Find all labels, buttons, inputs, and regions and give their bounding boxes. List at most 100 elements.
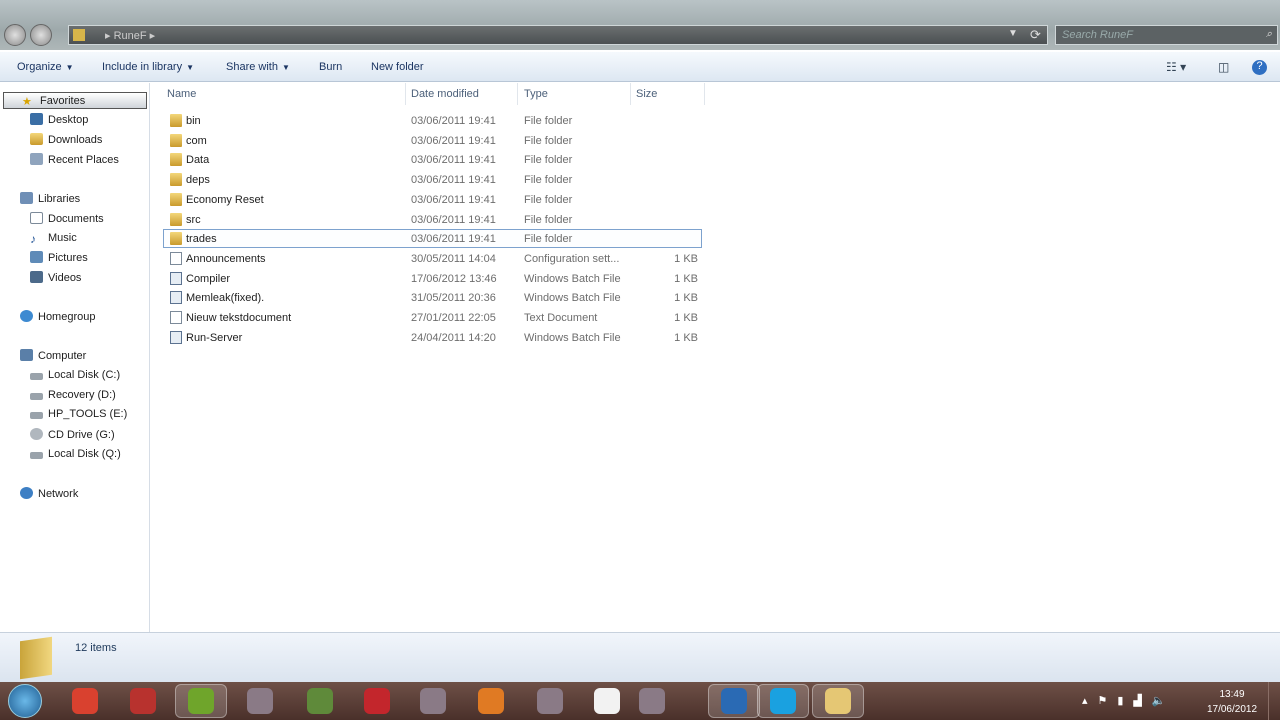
chrome-icon: [72, 688, 98, 714]
taskbar-winrar-icon[interactable]: [128, 686, 158, 716]
folder-icon: [170, 212, 182, 226]
homegroup-icon: [20, 310, 33, 322]
breadcrumb[interactable]: RuneF: [114, 30, 147, 42]
file-row[interactable]: trades 03/06/2011 19:41 File folder: [163, 229, 702, 249]
nav-drive-q[interactable]: Local Disk (Q:): [30, 448, 121, 464]
taskbar-chrome-icon[interactable]: [70, 686, 100, 716]
nav-downloads[interactable]: Downloads: [30, 133, 102, 149]
system-tray[interactable]: ▴⚑▮▟🔈: [1082, 694, 1176, 707]
nav-homegroup[interactable]: Homegroup: [20, 310, 95, 326]
file-row[interactable]: src 03/06/2011 19:41 File folder: [163, 210, 702, 229]
include-library-button[interactable]: Include in library ▼: [102, 61, 194, 73]
taskbar-skype-icon[interactable]: [757, 684, 809, 718]
chevron-down-icon[interactable]: ▼: [1008, 28, 1018, 39]
nav-drive-c[interactable]: Local Disk (C:): [30, 369, 120, 385]
file-date: 27/01/2011 22:05: [411, 312, 496, 324]
new-folder-button[interactable]: New folder: [371, 61, 424, 73]
view-icon[interactable]: ☷ ▾: [1166, 60, 1186, 74]
help-icon[interactable]: ?: [1252, 60, 1267, 75]
file-row[interactable]: Announcements 30/05/2011 14:04 Configura…: [163, 249, 702, 268]
file-row[interactable]: Memleak(fixed). 31/05/2011 20:36 Windows…: [163, 288, 702, 307]
nav-drive-d[interactable]: Recovery (D:): [30, 389, 116, 405]
taskbar-itunes-icon[interactable]: [708, 684, 760, 718]
taskbar-firefox-icon[interactable]: [476, 686, 506, 716]
nav-pictures[interactable]: Pictures: [30, 251, 88, 267]
file-name: deps: [186, 174, 210, 187]
file-type: Windows Batch File: [524, 272, 621, 285]
column-divider[interactable]: [517, 83, 518, 105]
taskbar-app-icon[interactable]: [245, 686, 275, 716]
taskbar-app-icon[interactable]: [637, 686, 667, 716]
column-type[interactable]: Type: [524, 88, 548, 100]
nav-drive-e[interactable]: HP_TOOLS (E:): [30, 408, 127, 424]
folder-icon: [170, 114, 182, 127]
file-type: Windows Batch File: [524, 331, 621, 344]
nav-network[interactable]: Network: [20, 487, 78, 503]
recent-places-icon: [30, 153, 43, 165]
organize-button[interactable]: Organize ▼: [17, 61, 74, 73]
preview-pane-icon[interactable]: ◫: [1218, 60, 1229, 74]
spotify-icon: [188, 688, 214, 714]
nav-recent[interactable]: Recent Places: [30, 153, 119, 169]
file-row[interactable]: Compiler 17/06/2012 13:46 Windows Batch …: [163, 269, 702, 288]
network-icon: [20, 487, 33, 499]
nav-desktop[interactable]: Desktop: [30, 113, 88, 129]
nav-videos[interactable]: Videos: [30, 271, 81, 287]
app-icon: [639, 688, 665, 714]
taskbar-minecraft-icon[interactable]: [305, 686, 335, 716]
search-input[interactable]: Search RuneF ⌕: [1055, 25, 1278, 45]
file-row[interactable]: Data 03/06/2011 19:41 File folder: [163, 150, 702, 169]
nav-label: Local Disk (C:): [48, 369, 121, 381]
taskbar-app-icon[interactable]: [535, 686, 565, 716]
app-icon: [537, 688, 563, 714]
file-row[interactable]: bin 03/06/2011 19:41 File folder: [163, 111, 702, 130]
nav-label: Homegroup: [38, 311, 96, 323]
nav-label: Computer: [38, 350, 87, 362]
refresh-icon[interactable]: ⟳: [1030, 27, 1041, 43]
file-name: Run-Server: [186, 331, 243, 344]
document-icon: [170, 311, 182, 324]
documents-icon: [30, 212, 43, 224]
file-row[interactable]: com 03/06/2011 19:41 File folder: [163, 131, 702, 150]
file-type: Text Document: [524, 312, 598, 324]
share-with-button[interactable]: Share with ▼: [226, 61, 290, 73]
nav-favorites[interactable]: ★ Favorites: [3, 92, 147, 109]
nav-drive-g[interactable]: CD Drive (G:): [30, 428, 115, 444]
file-row[interactable]: Run-Server 24/04/2011 14:20 Windows Batc…: [163, 328, 702, 347]
share-label: Share with: [226, 61, 278, 73]
taskbar-file-icon[interactable]: [592, 686, 622, 716]
downloads-icon: [30, 133, 43, 145]
show-desktop-button[interactable]: [1268, 682, 1280, 720]
skype-icon: [770, 688, 796, 714]
taskbar-dice-icon[interactable]: [362, 686, 392, 716]
address-bar[interactable]: ▸ RuneF ▸: [68, 25, 1048, 45]
file-name: Announcements: [186, 252, 266, 265]
clock[interactable]: 13:49 17/06/2012: [1202, 687, 1262, 717]
forward-button[interactable]: [30, 24, 52, 46]
back-button[interactable]: [4, 24, 26, 46]
taskbar-explorer-icon[interactable]: [812, 684, 864, 718]
nav-label: Recent Places: [48, 154, 119, 166]
column-divider[interactable]: [704, 83, 705, 105]
burn-button[interactable]: Burn: [319, 61, 342, 73]
nav-computer[interactable]: Computer: [20, 349, 86, 365]
nav-documents[interactable]: Documents: [30, 212, 104, 228]
cd-drive-icon: [30, 428, 43, 440]
organize-label: Organize: [17, 61, 62, 73]
column-size[interactable]: Size: [636, 88, 657, 100]
nav-label: Downloads: [48, 134, 103, 146]
start-button[interactable]: [8, 684, 42, 718]
file-row[interactable]: deps 03/06/2011 19:41 File folder: [163, 170, 702, 189]
nav-libraries[interactable]: Libraries: [20, 192, 80, 208]
column-date[interactable]: Date modified: [411, 88, 479, 100]
file-size: 1 KB: [674, 272, 698, 285]
column-divider[interactable]: [405, 83, 406, 105]
nav-music[interactable]: ♪ Music: [30, 232, 77, 248]
taskbar-app-icon[interactable]: [418, 686, 448, 716]
taskbar-spotify-icon[interactable]: [175, 684, 227, 718]
folder-icon: [170, 192, 182, 206]
column-name[interactable]: Name: [167, 88, 196, 100]
column-divider[interactable]: [630, 83, 631, 105]
file-row[interactable]: Nieuw tekstdocument 27/01/2011 22:05 Tex…: [163, 308, 702, 327]
file-row[interactable]: Economy Reset 03/06/2011 19:41 File fold…: [163, 190, 702, 209]
